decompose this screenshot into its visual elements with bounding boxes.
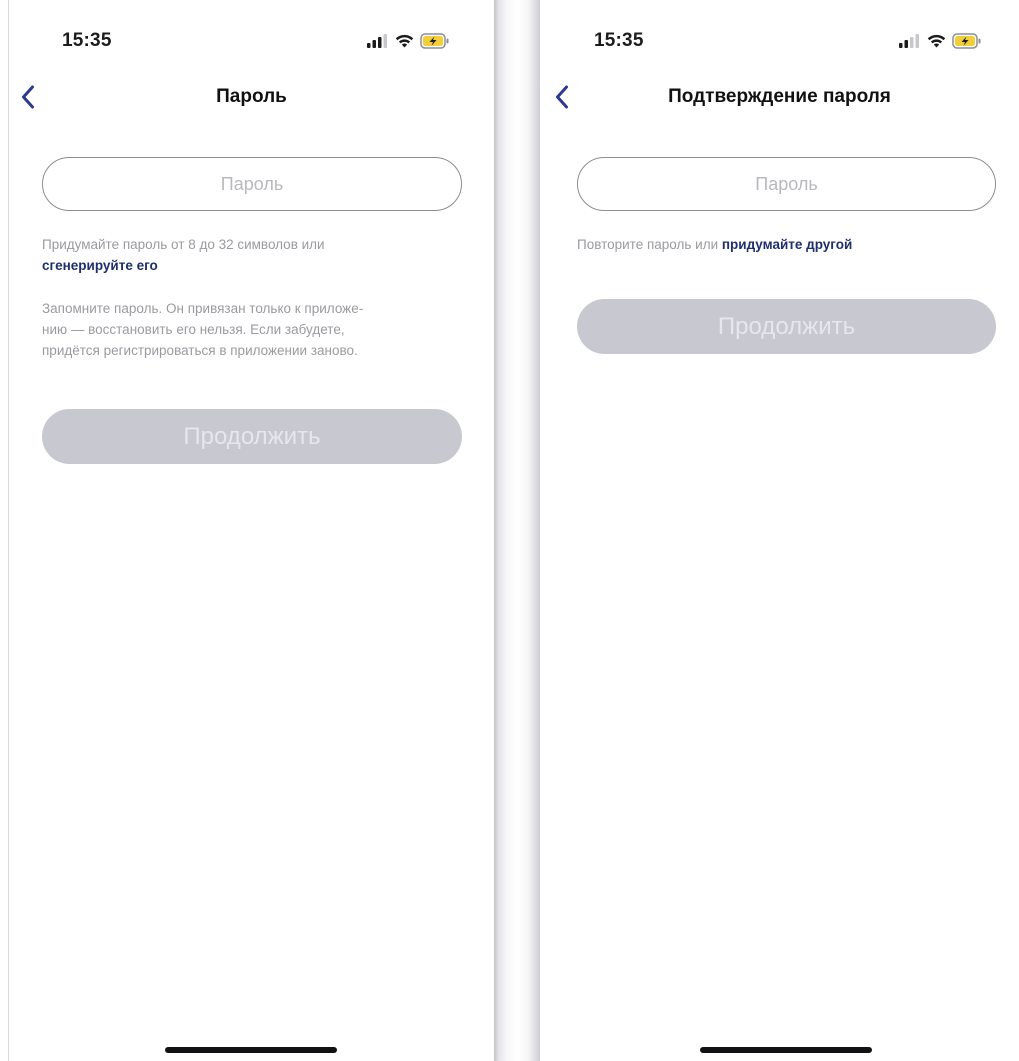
- password-hint-text: Придумайте пароль от 8 до 32 символов ил…: [42, 237, 325, 252]
- status-time: 15:35: [594, 30, 644, 51]
- password-warning-note: Запомните пароль. Он привязан только к п…: [42, 298, 462, 361]
- home-indicator: [165, 1047, 337, 1053]
- status-icons: [367, 31, 450, 51]
- status-time: 15:35: [62, 30, 112, 51]
- confirm-hint: Повторите пароль или придумайте другой: [577, 234, 997, 255]
- battery-charging-icon: [952, 33, 981, 49]
- cellular-signal-icon: [367, 34, 387, 48]
- wifi-icon: [395, 34, 414, 48]
- status-icons: [899, 31, 982, 51]
- home-indicator: [700, 1047, 872, 1053]
- note-line: нию — восстановить его нельзя. Если забу…: [42, 322, 345, 337]
- page-title: Пароль: [216, 86, 287, 107]
- create-another-password-link[interactable]: придумайте другой: [722, 237, 852, 252]
- battery-charging-icon: [420, 33, 449, 49]
- note-line: придётся регистрироваться в приложении з…: [42, 343, 358, 358]
- generate-password-link[interactable]: сгенерируйте его: [42, 255, 462, 276]
- confirm-password-screen: 15:35 Подтверждение пароля Повторите пар…: [540, 0, 1019, 1061]
- page-title: Подтверждение пароля: [668, 86, 891, 107]
- password-field[interactable]: [42, 157, 462, 211]
- note-line: Запомните пароль. Он привязан только к п…: [42, 301, 364, 316]
- continue-button[interactable]: Продолжить: [42, 409, 462, 464]
- continue-button[interactable]: Продолжить: [577, 299, 996, 354]
- password-screen: 15:35 Пароль Придумайте пароль от 8 до 3…: [9, 0, 494, 1061]
- confirm-password-field[interactable]: [577, 157, 996, 211]
- confirm-hint-text: Повторите пароль или: [577, 237, 722, 252]
- screen-divider: [494, 0, 540, 1061]
- password-input[interactable]: [43, 172, 461, 196]
- password-hint: Придумайте пароль от 8 до 32 символов ил…: [42, 234, 462, 276]
- wifi-icon: [927, 34, 946, 48]
- app-canvas: 15:35 Пароль Придумайте пароль от 8 до 3…: [0, 0, 1019, 1061]
- cellular-signal-icon: [899, 34, 919, 48]
- confirm-password-input[interactable]: [578, 172, 995, 196]
